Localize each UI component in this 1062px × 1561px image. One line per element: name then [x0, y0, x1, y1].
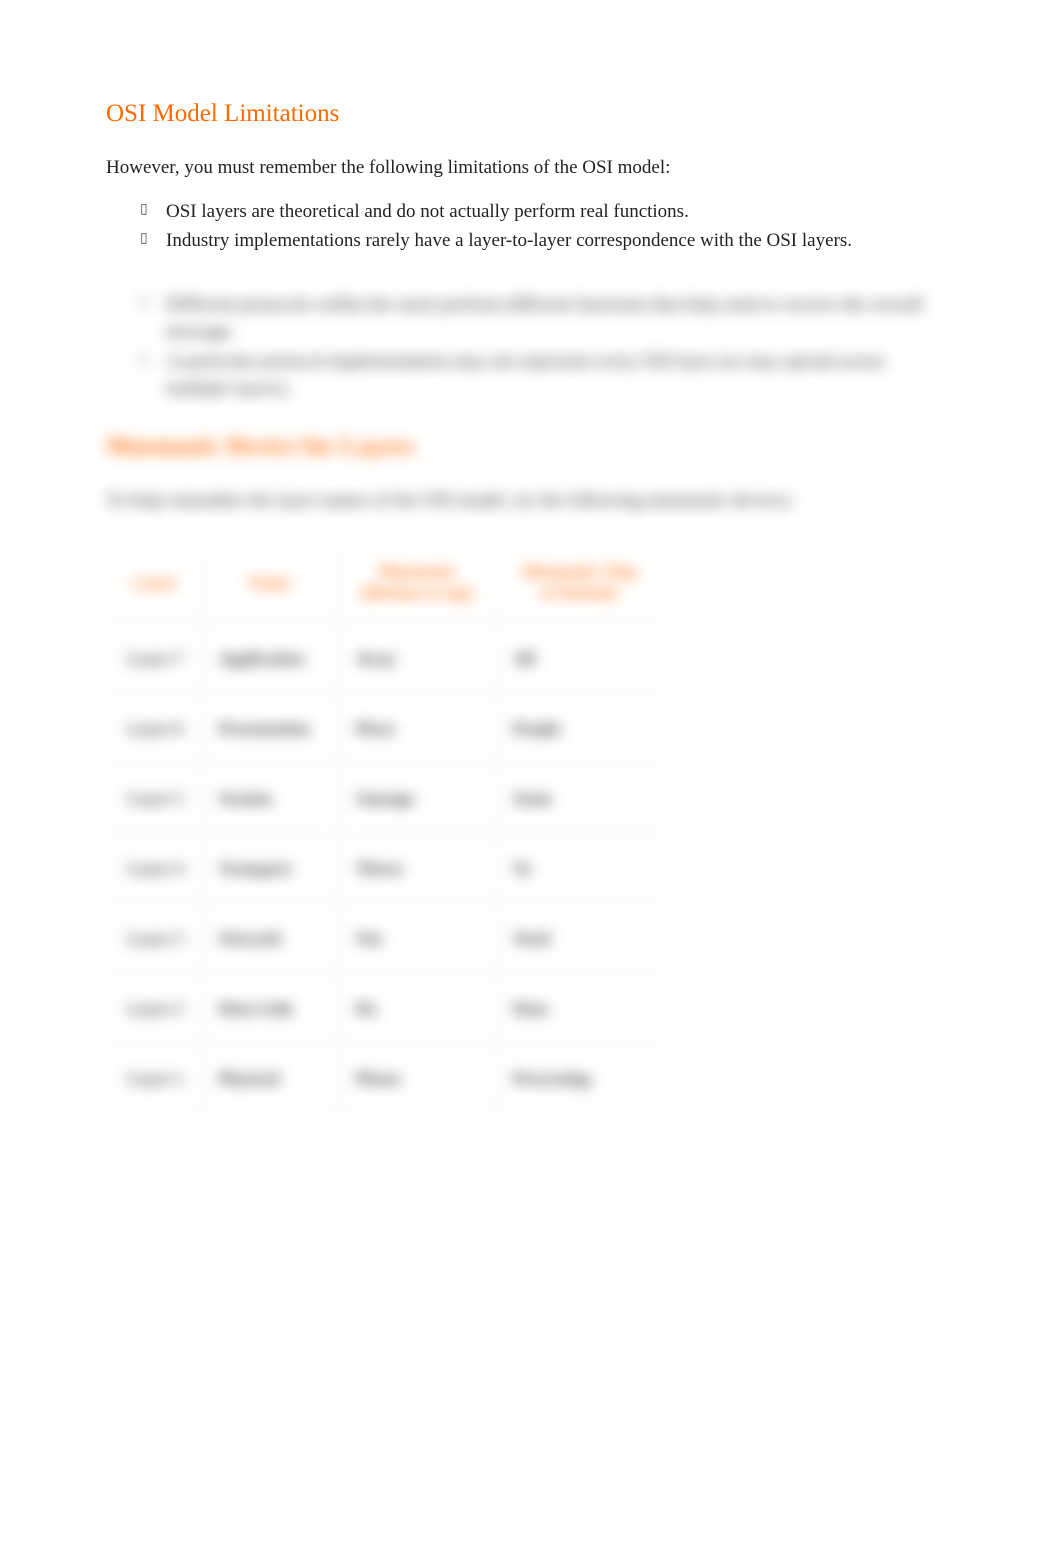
table-row: Layer 7 Application Away All	[112, 626, 660, 690]
list-item: Different protocols within the stack per…	[140, 291, 932, 346]
cell-name: Physical	[205, 1046, 336, 1110]
col-header-mnemonic-top-bottom: Mnemonic (Top to bottom)	[499, 544, 660, 620]
section-heading-mnemonic: Mnemonic Device for Layers	[106, 433, 932, 461]
cell-mn1: Do	[342, 976, 493, 1040]
col-header-layer: Layer	[112, 544, 199, 620]
cell-layer: Layer 5	[112, 766, 199, 830]
cell-mn2: Data	[499, 976, 660, 1040]
cell-name: Presentation	[205, 696, 336, 760]
table-row: Layer 1 Physical Please Processing	[112, 1046, 660, 1110]
cell-mn1: Pizza	[342, 696, 493, 760]
cell-layer: Layer 7	[112, 626, 199, 690]
table-row: Layer 6 Presentation Pizza People	[112, 696, 660, 760]
table-row: Layer 3 Network Not Need	[112, 906, 660, 970]
list-item: A particular protocol implementation may…	[140, 348, 932, 403]
cell-layer: Layer 6	[112, 696, 199, 760]
table-row: Layer 4 Transport Throw To	[112, 836, 660, 900]
blurred-preview-region: Different protocols within the stack per…	[106, 291, 932, 1117]
cell-mn2: To	[499, 836, 660, 900]
table-row: Layer 5 Session Sausage Seem	[112, 766, 660, 830]
cell-mn1: Away	[342, 626, 493, 690]
section-heading-limitations: OSI Model Limitations	[106, 100, 932, 128]
limitations-list-clear: OSI layers are theoretical and do not ac…	[106, 198, 932, 255]
cell-name: Transport	[205, 836, 336, 900]
cell-name: Session	[205, 766, 336, 830]
cell-mn1: Throw	[342, 836, 493, 900]
cell-layer: Layer 2	[112, 976, 199, 1040]
list-item: Industry implementations rarely have a l…	[140, 227, 932, 255]
cell-name: Data Link	[205, 976, 336, 1040]
cell-mn1: Not	[342, 906, 493, 970]
osi-mnemonic-table: Layer Name Mnemonic (Bottom to top) Mnem…	[106, 538, 666, 1116]
cell-mn2: Processing	[499, 1046, 660, 1110]
intro-paragraph-limitations: However, you must remember the following…	[106, 154, 932, 182]
intro-paragraph-mnemonic: To help remember the layer names of the …	[106, 487, 932, 515]
cell-mn2: All	[499, 626, 660, 690]
cell-name: Application	[205, 626, 336, 690]
col-header-mnemonic-bottom-top: Mnemonic (Bottom to top)	[342, 544, 493, 620]
cell-mn2: Seem	[499, 766, 660, 830]
col-header-name: Name	[205, 544, 336, 620]
cell-mn1: Sausage	[342, 766, 493, 830]
cell-layer: Layer 4	[112, 836, 199, 900]
table-row: Layer 2 Data Link Do Data	[112, 976, 660, 1040]
cell-mn2: Need	[499, 906, 660, 970]
limitations-list-blurred: Different protocols within the stack per…	[106, 291, 932, 403]
cell-mn2: People	[499, 696, 660, 760]
table-header-row: Layer Name Mnemonic (Bottom to top) Mnem…	[112, 544, 660, 620]
cell-layer: Layer 1	[112, 1046, 199, 1110]
cell-layer: Layer 3	[112, 906, 199, 970]
list-item: OSI layers are theoretical and do not ac…	[140, 198, 932, 226]
cell-mn1: Please	[342, 1046, 493, 1110]
cell-name: Network	[205, 906, 336, 970]
